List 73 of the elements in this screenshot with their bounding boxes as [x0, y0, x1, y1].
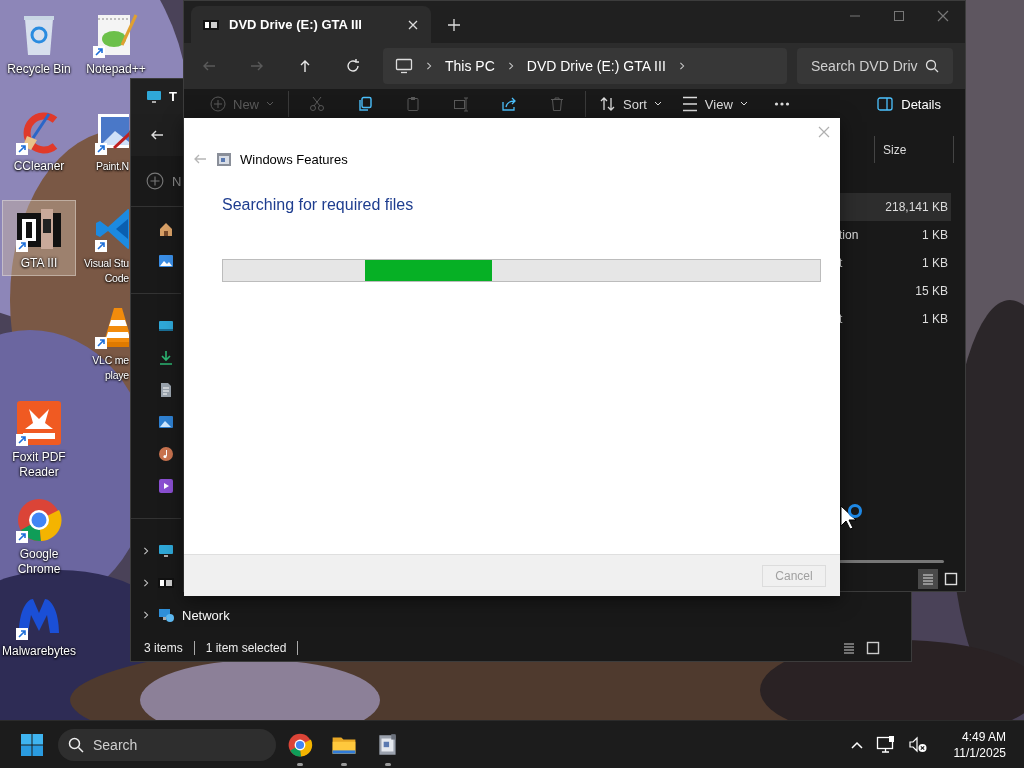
- search-icon: [925, 59, 939, 73]
- table-cell: 218,141 KB: [885, 200, 948, 214]
- chevron-icon: [142, 546, 150, 556]
- tile-view-icon: [865, 640, 881, 656]
- start-icon[interactable]: [20, 732, 44, 757]
- document-icon: [158, 382, 174, 398]
- image-icon: [158, 414, 174, 430]
- search-field[interactable]: Search DVD Driv: [797, 48, 953, 84]
- chevron-up-icon[interactable]: [849, 739, 864, 750]
- window-title: T: [169, 89, 177, 104]
- table-cell: 1 KB: [922, 312, 948, 326]
- chevron-icon: [142, 610, 150, 620]
- toolbar-label: N: [172, 173, 182, 189]
- tile-view-icon: [943, 571, 959, 587]
- column-header[interactable]: Size: [874, 136, 954, 163]
- desktop-shortcut[interactable]: GTA III: [2, 200, 76, 276]
- panel-icon: [877, 97, 894, 111]
- desktop-icon: [158, 318, 174, 334]
- view-button[interactable]: View: [671, 91, 758, 117]
- list-view-icon: [841, 640, 857, 656]
- chevron-icon: [425, 61, 433, 71]
- chevron-icon: [677, 61, 686, 71]
- circle-logo-icon: [287, 731, 313, 758]
- gallery-icon: [158, 253, 174, 269]
- view-toggle-button[interactable]: [918, 569, 938, 589]
- chevron-icon: [142, 578, 150, 588]
- list-view-icon: [920, 571, 936, 587]
- breadcrumb-item[interactable]: This PC: [445, 58, 495, 74]
- download-icon: [158, 350, 174, 366]
- file-row[interactable]: 218,141 KB: [839, 193, 951, 221]
- add-tab-icon[interactable]: [447, 17, 461, 32]
- muted-speaker-icon[interactable]: [907, 735, 928, 754]
- network-icon[interactable]: [875, 735, 896, 754]
- running-indicator: [297, 762, 303, 766]
- maximize-icon[interactable]: [893, 10, 905, 22]
- monitor-icon: [158, 543, 174, 559]
- dialog-title: Windows Features: [240, 151, 348, 167]
- caret-icon: [653, 101, 662, 107]
- clock-button[interactable]: 4:49 AM 11/1/2025: [953, 728, 1006, 761]
- dialog-heading: Searching for required files: [222, 196, 415, 214]
- file-row[interactable]: tion 1 KB: [839, 221, 951, 249]
- sort-button[interactable]: Sort: [590, 91, 672, 117]
- window-app-icon: [216, 151, 232, 167]
- home-icon: [158, 221, 174, 237]
- search-field[interactable]: Search: [58, 728, 276, 761]
- table-cell: 1 KB: [922, 228, 948, 242]
- scrollbar[interactable]: [839, 560, 944, 563]
- music-icon: [158, 446, 174, 462]
- monitor-icon: [145, 88, 163, 105]
- status-text: 3 items: [144, 641, 183, 655]
- table-cell: 15 KB: [915, 284, 948, 298]
- drive-icon: [158, 575, 174, 591]
- table-cell: 1 KB: [922, 256, 948, 270]
- desktop-shortcut[interactable]: Foxit PDF Reader: [2, 394, 76, 485]
- details-button[interactable]: Details: [871, 95, 947, 113]
- desktop-shortcut[interactable]: Malwarebytes: [2, 588, 76, 664]
- desktop-shortcut[interactable]: Google Chrome: [2, 491, 76, 582]
- caret-icon: [739, 101, 748, 107]
- status-text: 1 item selected: [205, 641, 287, 655]
- address-bar[interactable]: This PC DVD Drive (E:) GTA III: [383, 48, 787, 84]
- file-row[interactable]: 15 KB: [839, 277, 951, 305]
- window-tab[interactable]: DVD Drive (E:) GTA III: [191, 6, 431, 43]
- running-indicator: [385, 762, 391, 766]
- monitor-icon: [395, 58, 413, 74]
- caret-icon: [266, 101, 274, 107]
- new-icon: [146, 172, 164, 190]
- table-cell: tion: [839, 228, 859, 242]
- running-indicator: [341, 762, 347, 766]
- video-icon: [158, 478, 174, 494]
- chevron-icon: [506, 61, 515, 71]
- breadcrumb-item[interactable]: DVD Drive (E:) GTA III: [526, 58, 666, 74]
- sidebar-item[interactable]: Network: [131, 599, 230, 631]
- network-icon: [158, 607, 174, 623]
